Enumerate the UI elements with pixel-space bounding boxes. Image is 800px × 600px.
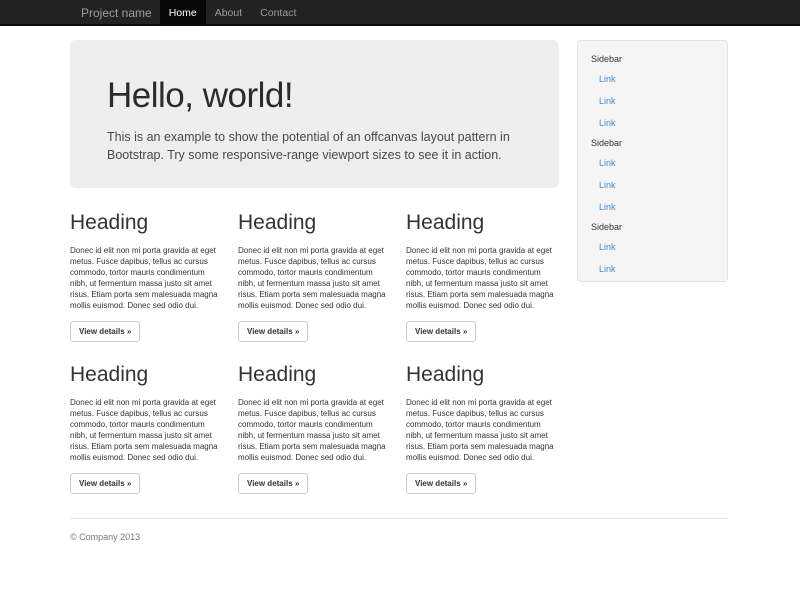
card-r1-c2: Heading Donec id elit non mi porta gravid…: [238, 210, 392, 342]
sidebar-group-heading: Sidebar: [578, 53, 727, 65]
sidebar-link[interactable]: Link: [578, 152, 727, 174]
page: Project name HomeAboutContact Hello, wor…: [0, 0, 800, 600]
card-body-text: Donec id elit non mi porta gravida at eg…: [70, 397, 224, 463]
view-details-button[interactable]: View details »: [70, 473, 140, 494]
card-body-text: Donec id elit non mi porta gravida at eg…: [406, 397, 560, 463]
card-r2-c3: Heading Donec id elit non mi porta gravid…: [406, 362, 560, 494]
card-r1-c1: Heading Donec id elit non mi porta gravid…: [70, 210, 224, 342]
sidebar-group-heading: Sidebar: [578, 137, 727, 149]
sidebar-link[interactable]: Link: [578, 112, 727, 134]
card-heading: Heading: [238, 210, 392, 236]
card-r1-c3: Heading Donec id elit non mi porta gravid…: [406, 210, 560, 342]
view-details-button[interactable]: View details »: [70, 321, 140, 342]
main-content: Hello, world! This is an example to show…: [70, 0, 730, 600]
card-body-text: Donec id elit non mi porta gravida at eg…: [70, 245, 224, 311]
view-details-button[interactable]: View details »: [238, 321, 308, 342]
sidebar-link[interactable]: Link: [578, 90, 727, 112]
card-heading: Heading: [238, 362, 392, 388]
view-details-button[interactable]: View details »: [406, 473, 476, 494]
card-r2-c1: Heading Donec id elit non mi porta gravid…: [70, 362, 224, 494]
card-r2-c2: Heading Donec id elit non mi porta gravid…: [238, 362, 392, 494]
page-title: Hello, world!: [107, 76, 519, 116]
card-heading: Heading: [406, 210, 560, 236]
sidebar-link[interactable]: Link: [578, 174, 727, 196]
jumbotron: Hello, world! This is an example to show…: [70, 40, 559, 188]
card-heading: Heading: [406, 362, 560, 388]
sidebar-link[interactable]: Link: [578, 196, 727, 218]
sidebar-group-heading: Sidebar: [578, 221, 727, 233]
sidebar-link[interactable]: Link: [578, 236, 727, 258]
card-body-text: Donec id elit non mi porta gravida at eg…: [238, 397, 392, 463]
card-body-text: Donec id elit non mi porta gravida at eg…: [406, 245, 560, 311]
footer: © Company 2013: [70, 518, 728, 542]
sidebar-link[interactable]: Link: [578, 68, 727, 90]
copyright-text: © Company 2013: [70, 532, 728, 542]
sidebar: SidebarLinkLinkLinkSidebarLinkLinkLinkSi…: [577, 40, 728, 282]
jumbotron-description: This is an example to show the potential…: [107, 128, 513, 164]
view-details-button[interactable]: View details »: [238, 473, 308, 494]
card-body-text: Donec id elit non mi porta gravida at eg…: [238, 245, 392, 311]
card-heading: Heading: [70, 210, 224, 236]
view-details-button[interactable]: View details »: [406, 321, 476, 342]
card-heading: Heading: [70, 362, 224, 388]
sidebar-link[interactable]: Link: [578, 258, 727, 280]
